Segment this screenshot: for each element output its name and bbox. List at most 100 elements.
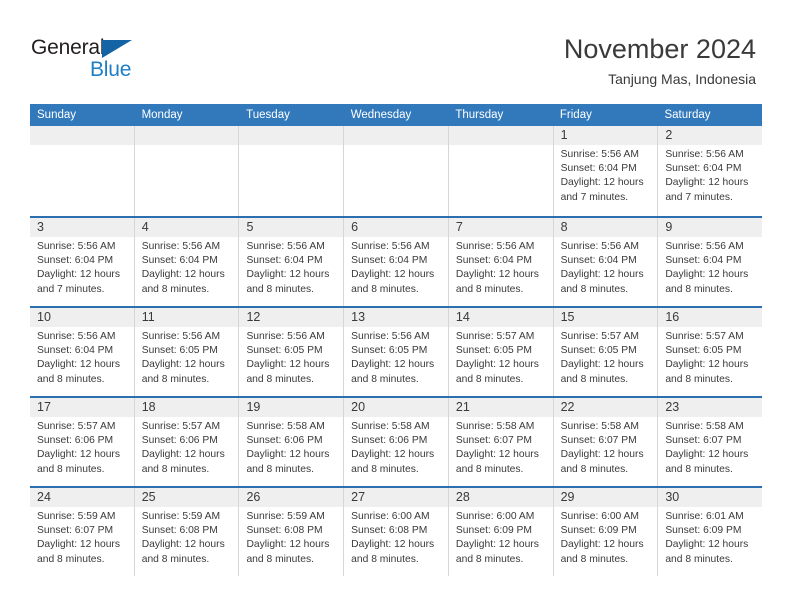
sunset-text: Sunset: 6:09 PM [665,525,742,537]
sunrise-text: Sunrise: 5:59 AM [246,511,325,522]
day-cell[interactable]: 10 Sunrise: 5:56 AM Sunset: 6:04 PM Dayl… [30,308,134,396]
day-cell[interactable]: 15 Sunrise: 5:57 AM Sunset: 6:05 PM Dayl… [552,308,658,396]
daynum-band: 12 [239,308,344,327]
sunset-text: Sunset: 6:06 PM [246,435,323,447]
day-cell[interactable]: 1 Sunrise: 5:56 AM Sunset: 6:04 PM Dayli… [552,126,658,216]
day-number: 28 [455,490,470,504]
daylight-text-line2: and 8 minutes. [665,463,733,475]
day-number: 24 [37,490,51,504]
day-details: Sunrise: 6:00 AM Sunset: 6:09 PM Dayligh… [554,507,658,567]
sunset-text: Sunset: 6:05 PM [560,345,637,357]
daylight-text-line1: Daylight: 12 hours [37,449,120,461]
day-cell[interactable]: 11 Sunrise: 5:56 AM Sunset: 6:05 PM Dayl… [133,308,239,396]
day-number: 6 [351,220,359,234]
triangle-icon [102,40,132,58]
daylight-text-line1: Daylight: 12 hours [141,539,225,551]
daylight-text-line1: Daylight: 12 hours [455,449,539,461]
sunset-text: Sunset: 6:05 PM [141,345,218,357]
daylight-text-line1: Daylight: 12 hours [246,269,330,281]
day-cell[interactable]: 2 Sunrise: 5:56 AM Sunset: 6:04 PM Dayli… [657,126,763,216]
daylight-text-line2: and 8 minutes. [665,553,733,565]
sunrise-text: Sunrise: 5:56 AM [455,241,535,252]
daynum-band: 7 [448,218,553,237]
day-cell[interactable]: 24 Sunrise: 5:59 AM Sunset: 6:07 PM Dayl… [30,488,134,576]
day-details: Sunrise: 5:59 AM Sunset: 6:08 PM Dayligh… [239,507,343,567]
day-number: 2 [665,128,673,142]
weekday-header-monday: Monday [141,109,183,121]
day-cell-empty [30,126,134,216]
day-cell[interactable]: 29 Sunrise: 6:00 AM Sunset: 6:09 PM Dayl… [552,488,658,576]
daylight-text-line1: Daylight: 12 hours [455,539,539,551]
daylight-text-line2: and 8 minutes. [37,553,105,565]
day-cell[interactable]: 4 Sunrise: 5:56 AM Sunset: 6:04 PM Dayli… [133,218,239,306]
day-cell[interactable]: 26 Sunrise: 5:59 AM Sunset: 6:08 PM Dayl… [238,488,344,576]
day-details: Sunrise: 5:57 AM Sunset: 6:05 PM Dayligh… [554,327,658,387]
day-cell[interactable]: 6 Sunrise: 5:56 AM Sunset: 6:04 PM Dayli… [343,218,448,306]
daylight-text-line1: Daylight: 12 hours [351,359,435,371]
daynum-band: 29 [553,488,658,507]
day-number: 3 [37,220,44,234]
daylight-text-line1: Daylight: 12 hours [246,539,330,551]
day-cell[interactable]: 22 Sunrise: 5:58 AM Sunset: 6:07 PM Dayl… [552,398,658,486]
daynum-band: 16 [658,308,763,327]
day-cell-empty [133,126,239,216]
day-cell[interactable]: 23 Sunrise: 5:58 AM Sunset: 6:07 PM Dayl… [657,398,763,486]
day-cell[interactable]: 14 Sunrise: 5:57 AM Sunset: 6:05 PM Dayl… [447,308,553,396]
day-details: Sunrise: 5:56 AM Sunset: 6:04 PM Dayligh… [658,237,762,297]
day-cell[interactable]: 27 Sunrise: 6:00 AM Sunset: 6:08 PM Dayl… [343,488,448,576]
day-cell[interactable]: 30 Sunrise: 6:01 AM Sunset: 6:09 PM Dayl… [657,488,763,576]
day-details: Sunrise: 5:57 AM Sunset: 6:06 PM Dayligh… [30,417,134,477]
daylight-text-line1: Daylight: 12 hours [455,269,539,281]
day-cell[interactable]: 25 Sunrise: 5:59 AM Sunset: 6:08 PM Dayl… [133,488,239,576]
daynum-band: 6 [344,218,448,237]
day-cell[interactable]: 17 Sunrise: 5:57 AM Sunset: 6:06 PM Dayl… [30,398,134,486]
week-row: 24 Sunrise: 5:59 AM Sunset: 6:07 PM Dayl… [30,486,763,576]
day-cell[interactable]: 12 Sunrise: 5:56 AM Sunset: 6:05 PM Dayl… [238,308,344,396]
sunrise-text: Sunrise: 5:56 AM [37,241,116,252]
sunset-text: Sunset: 6:07 PM [455,435,533,447]
day-details: Sunrise: 5:56 AM Sunset: 6:05 PM Dayligh… [344,327,448,387]
sunrise-text: Sunrise: 6:00 AM [455,511,535,522]
day-cell[interactable]: 20 Sunrise: 5:58 AM Sunset: 6:06 PM Dayl… [343,398,448,486]
week-row: 3 Sunrise: 5:56 AM Sunset: 6:04 PM Dayli… [30,216,763,306]
day-cell[interactable]: 8 Sunrise: 5:56 AM Sunset: 6:04 PM Dayli… [552,218,658,306]
day-cell[interactable]: 16 Sunrise: 5:57 AM Sunset: 6:05 PM Dayl… [657,308,763,396]
sunset-text: Sunset: 6:05 PM [455,345,533,357]
daynum-band: 14 [448,308,553,327]
weekday-header-friday: Friday [559,109,592,121]
day-cell[interactable]: 18 Sunrise: 5:57 AM Sunset: 6:06 PM Dayl… [133,398,239,486]
sunrise-text: Sunrise: 5:58 AM [351,421,430,432]
weekday-header-wednesday: Wednesday [350,109,412,121]
daylight-text-line2: and 8 minutes. [246,553,314,565]
day-details: Sunrise: 5:58 AM Sunset: 6:07 PM Dayligh… [658,417,762,477]
day-cell[interactable]: 19 Sunrise: 5:58 AM Sunset: 6:06 PM Dayl… [238,398,344,486]
day-cell[interactable]: 5 Sunrise: 5:56 AM Sunset: 6:04 PM Dayli… [238,218,344,306]
day-details: Sunrise: 5:56 AM Sunset: 6:04 PM Dayligh… [449,237,553,297]
daylight-text-line2: and 8 minutes. [351,373,419,385]
day-cell[interactable]: 21 Sunrise: 5:58 AM Sunset: 6:07 PM Dayl… [447,398,553,486]
day-number: 7 [455,220,463,234]
daylight-text-line1: Daylight: 12 hours [665,177,749,189]
day-cell[interactable]: 7 Sunrise: 5:56 AM Sunset: 6:04 PM Dayli… [447,218,553,306]
day-cell[interactable]: 3 Sunrise: 5:56 AM Sunset: 6:04 PM Dayli… [30,218,134,306]
daynum-band: 15 [553,308,658,327]
daylight-text-line1: Daylight: 12 hours [560,359,644,371]
daylight-text-line1: Daylight: 12 hours [455,359,539,371]
daylight-text-line2: and 8 minutes. [141,553,210,565]
day-cell[interactable]: 9 Sunrise: 5:56 AM Sunset: 6:04 PM Dayli… [657,218,763,306]
sunset-text: Sunset: 6:05 PM [351,345,428,357]
day-cell[interactable]: 28 Sunrise: 6:00 AM Sunset: 6:09 PM Dayl… [447,488,553,576]
day-number: 1 [560,128,568,142]
sunrise-text: Sunrise: 5:56 AM [560,241,640,252]
sunset-text: Sunset: 6:07 PM [665,435,742,447]
calendar-grid: Sunday Monday Tuesday Wednesday Thursday… [30,104,763,576]
sunrise-text: Sunrise: 5:56 AM [141,331,221,342]
general-blue-logo[interactable]: General Blue [31,36,171,84]
sunrise-text: Sunrise: 5:58 AM [455,421,535,432]
day-details: Sunrise: 5:58 AM Sunset: 6:07 PM Dayligh… [449,417,553,477]
day-cell[interactable]: 13 Sunrise: 5:56 AM Sunset: 6:05 PM Dayl… [343,308,448,396]
day-number: 29 [560,490,575,504]
day-details: Sunrise: 5:57 AM Sunset: 6:05 PM Dayligh… [449,327,553,387]
day-cell-empty [238,126,344,216]
daynum-band: 28 [448,488,553,507]
